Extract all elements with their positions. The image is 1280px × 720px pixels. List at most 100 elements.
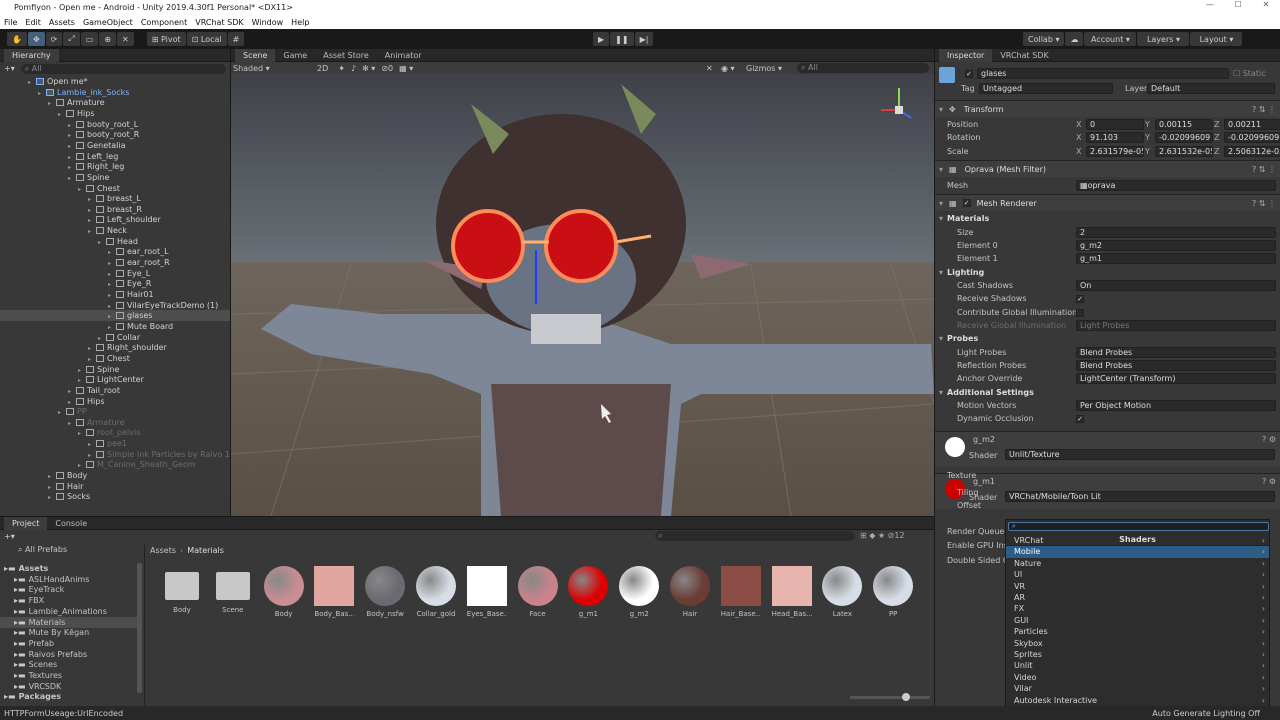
shader-menu-item[interactable]: FX › bbox=[1006, 603, 1269, 615]
project-folder[interactable]: ▸▬ Mute By Kēgan bbox=[14, 627, 89, 638]
create-button[interactable]: +▾ bbox=[4, 532, 15, 541]
shader-menu-item[interactable]: Skybox › bbox=[1006, 638, 1269, 650]
rect-tool-icon[interactable]: ▭ bbox=[80, 32, 99, 46]
expand-arrow-icon[interactable]: ▸ bbox=[58, 407, 66, 418]
expand-arrow-icon[interactable]: ▸ bbox=[68, 418, 76, 429]
asset-tile[interactable]: Collar_gold bbox=[416, 566, 456, 618]
lighting-icon[interactable]: ✦ bbox=[338, 64, 345, 73]
scene-viewport[interactable] bbox=[231, 74, 934, 516]
shader-menu-item[interactable]: GUI › bbox=[1006, 615, 1269, 627]
layer-dropdown[interactable]: Default bbox=[1147, 83, 1275, 94]
menu-help[interactable]: Help bbox=[291, 18, 309, 27]
layout-dropdown[interactable]: Layout ▾ bbox=[1190, 32, 1243, 46]
asset-tile[interactable]: g_m2 bbox=[619, 566, 660, 618]
project-folder[interactable]: ▸▬ Prefab bbox=[14, 638, 54, 649]
layers-dropdown[interactable]: Layers ▾ bbox=[1137, 32, 1190, 46]
material-g-m1-shader-dropdown[interactable]: VRChat/Mobile/Toon Lit bbox=[1005, 491, 1275, 502]
hierarchy-item[interactable]: ▸ M_Canine_Sheath_Geom bbox=[78, 459, 196, 470]
hierarchy-item[interactable]: ▸ Eye_L bbox=[108, 268, 150, 279]
hierarchy-item[interactable]: ▸ Open me* bbox=[28, 76, 88, 87]
hierarchy-item[interactable]: ▸ Hips bbox=[68, 396, 104, 407]
material-settings-icon[interactable]: ? ⚙ bbox=[1262, 435, 1276, 444]
minimize-button[interactable]: — bbox=[1196, 0, 1224, 9]
project-tree-scrollbar[interactable] bbox=[137, 563, 142, 693]
mesh-field[interactable]: ▦oprava bbox=[1076, 180, 1276, 191]
menu-vrchat-sdk[interactable]: VRChat SDK bbox=[195, 18, 243, 27]
scale-z-field[interactable]: 2.506312e-05 bbox=[1224, 145, 1280, 157]
asset-tile[interactable]: Hair bbox=[670, 566, 710, 618]
asset-tile[interactable]: Body_nsfw bbox=[365, 566, 406, 618]
position-x-field[interactable]: 0 bbox=[1086, 119, 1144, 130]
scene-search-input[interactable]: ⌕ All bbox=[797, 63, 929, 73]
shader-menu-item[interactable]: VRChat › bbox=[1006, 535, 1269, 547]
hierarchy-item[interactable]: ▸ Armature bbox=[68, 417, 125, 428]
asset-tile[interactable]: g_m1 bbox=[568, 566, 609, 618]
project-folder[interactable]: ▸▬ Materials bbox=[0, 616, 140, 628]
hierarchy-item[interactable]: ▸ Left_shoulder bbox=[88, 214, 161, 225]
project-folder[interactable]: ▸▬ ASLHandAnims bbox=[14, 574, 89, 585]
project-filter-icons[interactable]: ⊞ ◆ ★ ⊘12 bbox=[860, 531, 905, 540]
step-button[interactable]: ▶| bbox=[634, 32, 654, 46]
position-z-field[interactable]: 0.00211 bbox=[1224, 119, 1280, 130]
hierarchy-item[interactable]: ▸ breast_L bbox=[88, 193, 141, 204]
hierarchy-item[interactable]: ▸ Left_leg bbox=[68, 151, 118, 162]
expand-arrow-icon[interactable]: ▸ bbox=[58, 109, 66, 120]
asset-tile[interactable]: Hair_Base... bbox=[720, 566, 761, 618]
foldout-arrow-icon[interactable]: ▾ bbox=[939, 268, 943, 277]
shader-menu-item[interactable]: Sprites › bbox=[1006, 649, 1269, 661]
hierarchy-item[interactable]: ▸ glases bbox=[0, 310, 230, 322]
asset-tile[interactable]: PP bbox=[873, 566, 914, 618]
account-dropdown[interactable]: Account ▾ bbox=[1084, 32, 1137, 46]
rotation-z-field[interactable]: -0.02099609 bbox=[1224, 132, 1280, 144]
hierarchy-item[interactable]: ▸ Head bbox=[98, 236, 138, 247]
hierarchy-item[interactable]: ▸ ear_root_R bbox=[108, 257, 170, 268]
hierarchy-item[interactable]: ▸ Eye_R bbox=[108, 278, 151, 289]
icon-size-slider-knob[interactable] bbox=[902, 693, 910, 701]
hierarchy-item[interactable]: ▸ booty_root_L bbox=[68, 119, 138, 130]
hierarchy-item[interactable]: ▸ Spine bbox=[78, 364, 119, 375]
reflection-probes-field[interactable]: Blend Probes bbox=[1076, 360, 1276, 371]
asset-tile[interactable]: Head_Bas... bbox=[771, 566, 812, 618]
pause-button[interactable]: ❚❚ bbox=[610, 32, 634, 46]
shader-menu-item[interactable]: Video › bbox=[1006, 672, 1269, 684]
tab-asset-store[interactable]: Asset Store bbox=[315, 49, 377, 62]
object-name-field[interactable]: glases bbox=[977, 68, 1229, 79]
scale-tool-icon[interactable]: ⤢ bbox=[63, 32, 80, 46]
hierarchy-item[interactable]: ▸ Hips bbox=[58, 108, 94, 119]
menu-component[interactable]: Component bbox=[141, 18, 187, 27]
shader-menu-item[interactable]: Vilar › bbox=[1006, 683, 1269, 695]
rotate-tool-icon[interactable]: ⟳ bbox=[45, 32, 63, 46]
mode-2d-button[interactable]: 2D bbox=[317, 64, 328, 73]
scale-y-field[interactable]: 2.631532e-05 bbox=[1155, 145, 1213, 157]
light-probes-field[interactable]: Blend Probes bbox=[1076, 347, 1276, 358]
tab-scene[interactable]: Scene bbox=[235, 48, 276, 62]
project-folder[interactable]: ▸▬ Raivos Prefabs bbox=[14, 649, 87, 660]
cast-shadows-field[interactable]: On bbox=[1076, 280, 1276, 291]
shader-menu-item[interactable]: Particles › bbox=[1006, 626, 1269, 638]
shader-menu-item[interactable]: Autodesk Interactive › bbox=[1006, 695, 1269, 707]
component-menu-icon[interactable]: ? ⇅ ⋮ bbox=[1252, 165, 1276, 174]
hierarchy-item[interactable]: ▸ breast_R bbox=[88, 204, 142, 215]
pivot-toggle[interactable]: ⊞ Pivot bbox=[146, 32, 186, 46]
hidden-objects-icon[interactable]: ⊘0 bbox=[381, 64, 393, 73]
expand-arrow-icon[interactable]: ▸ bbox=[38, 88, 46, 99]
element1-field[interactable]: g_m1 bbox=[1076, 253, 1276, 264]
hierarchy-item[interactable]: ▸ LightCenter bbox=[78, 374, 144, 385]
element0-field[interactable]: g_m2 bbox=[1076, 240, 1276, 251]
hierarchy-item[interactable]: ▸ booty_root_R bbox=[68, 129, 139, 140]
tools-icon[interactable]: ✕ bbox=[706, 64, 713, 73]
favorites-all-prefabs[interactable]: ⌕ All Prefabs bbox=[18, 545, 67, 555]
tab-project[interactable]: Project bbox=[4, 516, 48, 530]
menu-window[interactable]: Window bbox=[252, 18, 284, 27]
hierarchy-item[interactable]: ▸ Right_shoulder bbox=[88, 342, 167, 353]
menu-gameobject[interactable]: GameObject bbox=[83, 18, 133, 27]
audio-icon[interactable]: ♪ bbox=[351, 64, 356, 73]
effects-icon[interactable]: ✻ ▾ bbox=[362, 64, 375, 73]
project-search-input[interactable]: ⌕ bbox=[655, 531, 855, 541]
expand-arrow-icon[interactable]: ▸ bbox=[68, 173, 76, 184]
local-toggle[interactable]: ⊡ Local bbox=[186, 32, 227, 46]
hierarchy-item[interactable]: ▸ Chest bbox=[88, 353, 130, 364]
hierarchy-item[interactable]: ▸ Collar bbox=[98, 332, 140, 343]
hierarchy-item[interactable]: ▸ PP bbox=[58, 406, 87, 417]
mesh-renderer-enabled[interactable]: ✓ bbox=[962, 199, 971, 207]
